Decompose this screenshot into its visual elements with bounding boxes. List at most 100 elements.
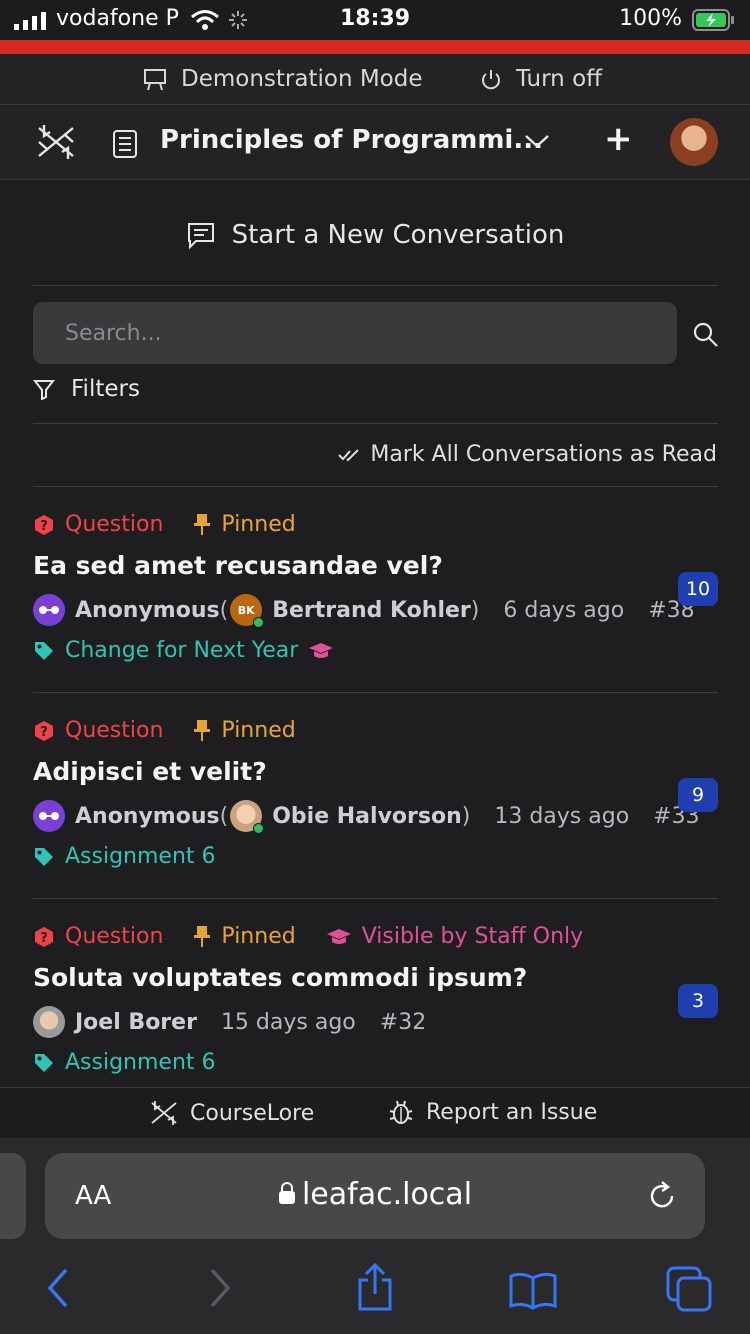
pinned-tag: Pinned bbox=[193, 718, 296, 743]
course-document-icon bbox=[113, 130, 137, 158]
author-initials: BK bbox=[237, 603, 255, 617]
staff-only-tag: Visible by Staff Only bbox=[326, 924, 583, 949]
turn-off-label: Turn off bbox=[516, 66, 602, 92]
divider bbox=[33, 692, 718, 693]
divider bbox=[33, 423, 718, 424]
address-bar[interactable]: AA leafac.local bbox=[45, 1153, 705, 1239]
pin-icon bbox=[194, 925, 211, 947]
tag-icon bbox=[35, 641, 53, 660]
tag-label: Change for Next Year bbox=[65, 638, 299, 663]
conversation-item[interactable]: ? Question Pinned Ea sed amet recusandae… bbox=[33, 512, 718, 672]
conversation-title: Ea sed amet recusandae vel? bbox=[33, 551, 443, 580]
divider bbox=[33, 285, 718, 286]
author-avatar bbox=[33, 1006, 65, 1038]
chevron-down-icon[interactable] bbox=[524, 133, 550, 149]
question-icon: ? bbox=[35, 926, 53, 947]
courselore-link[interactable]: CourseLore bbox=[150, 1099, 314, 1127]
anonymous-avatar bbox=[33, 800, 65, 832]
conversation-tag: Assignment 6 bbox=[33, 844, 718, 869]
anonymous-avatar bbox=[33, 594, 65, 626]
demo-mode-bar: Demonstration Mode Turn off bbox=[0, 54, 750, 105]
url-display[interactable]: leafac.local bbox=[45, 1177, 705, 1212]
double-check-icon bbox=[338, 448, 360, 461]
browser-toolbar: AA leafac.local bbox=[0, 1138, 750, 1334]
pinned-label: Pinned bbox=[221, 718, 296, 743]
unread-count-badge: 10 bbox=[678, 572, 718, 606]
search-field[interactable] bbox=[33, 302, 677, 364]
tabs-icon[interactable] bbox=[666, 1266, 714, 1312]
report-issue-link[interactable]: Report an Issue bbox=[388, 1099, 597, 1125]
battery-icon bbox=[692, 9, 734, 31]
conversation-type: Question bbox=[65, 718, 164, 743]
previous-tab-preview[interactable] bbox=[0, 1153, 26, 1239]
question-tag: ? Question bbox=[33, 512, 163, 537]
author-name: Anonymous bbox=[75, 803, 220, 829]
conversation-tag: Change for Next Year bbox=[33, 638, 718, 663]
conversation-item[interactable]: ? Question Pinned Adipisci et velit? Ano… bbox=[33, 718, 718, 878]
user-avatar[interactable] bbox=[670, 118, 718, 166]
search-input[interactable] bbox=[33, 302, 677, 364]
svg-text:?: ? bbox=[40, 519, 48, 534]
pin-icon bbox=[194, 719, 211, 741]
lock-icon bbox=[278, 1182, 295, 1204]
staff-graduation-cap-icon bbox=[309, 642, 334, 658]
pinned-label: Pinned bbox=[221, 924, 296, 949]
real-author-name: Bertrand Kohler bbox=[272, 597, 471, 623]
mark-all-read-label: Mark All Conversations as Read bbox=[370, 442, 717, 467]
conversation-item[interactable]: ? Question Pinned Visible by Staff Only … bbox=[33, 924, 718, 1087]
glasses-icon bbox=[39, 606, 59, 614]
unread-count-badge: 9 bbox=[678, 778, 718, 812]
filters-label: Filters bbox=[71, 376, 140, 402]
course-title[interactable]: Principles of Programmi... bbox=[160, 125, 543, 155]
search-icon[interactable] bbox=[692, 321, 720, 349]
courselore-logo-icon[interactable] bbox=[36, 122, 76, 162]
tag-label: Assignment 6 bbox=[65, 1050, 216, 1075]
question-tag: ? Question bbox=[33, 924, 163, 949]
conversation-number: #32 bbox=[379, 1009, 427, 1035]
reload-icon[interactable] bbox=[645, 1179, 679, 1213]
mark-all-read-button[interactable]: Mark All Conversations as Read bbox=[338, 442, 717, 467]
start-new-conversation-button[interactable]: Start a New Conversation bbox=[0, 220, 750, 250]
chat-bubble-icon bbox=[187, 223, 214, 249]
author-paren-open: ( bbox=[219, 803, 229, 829]
real-author-avatar bbox=[230, 800, 265, 834]
divider bbox=[33, 898, 718, 899]
filters-button[interactable]: Filters bbox=[33, 376, 140, 402]
conversations-sidebar: Start a New Conversation Filters Mark Al… bbox=[0, 180, 750, 1087]
tag-icon bbox=[35, 1053, 53, 1072]
online-indicator bbox=[253, 617, 265, 628]
easel-icon bbox=[144, 69, 166, 91]
share-icon[interactable] bbox=[354, 1262, 396, 1312]
back-arrow-icon[interactable] bbox=[44, 1266, 72, 1310]
question-tag: ? Question bbox=[33, 718, 163, 743]
online-indicator bbox=[253, 823, 265, 834]
courselore-label: CourseLore bbox=[190, 1100, 315, 1126]
conversation-type: Question bbox=[65, 512, 164, 537]
visibility-label: Visible by Staff Only bbox=[361, 924, 584, 949]
url-text: leafac.local bbox=[301, 1177, 473, 1212]
real-author-avatar: BK bbox=[230, 594, 265, 628]
status-bar: vodafone P 18:39 100% bbox=[0, 0, 750, 40]
svg-text:?: ? bbox=[40, 725, 48, 740]
add-button[interactable]: + bbox=[604, 119, 633, 159]
forward-arrow-icon[interactable] bbox=[206, 1266, 234, 1310]
report-issue-label: Report an Issue bbox=[426, 1099, 598, 1125]
tag-label: Assignment 6 bbox=[65, 844, 216, 869]
graduation-cap-icon bbox=[326, 928, 351, 944]
bug-icon bbox=[389, 1100, 413, 1124]
author-paren-open: ( bbox=[219, 597, 229, 623]
start-new-conversation-label: Start a New Conversation bbox=[231, 220, 565, 250]
conversation-tag: Assignment 6 bbox=[33, 1050, 718, 1075]
conversation-title: Soluta voluptates commodi ipsum? bbox=[33, 963, 528, 992]
conversation-title: Adipisci et velit? bbox=[33, 757, 267, 786]
bookmarks-icon[interactable] bbox=[508, 1270, 558, 1310]
unread-count-badge: 3 bbox=[678, 984, 718, 1018]
svg-text:?: ? bbox=[40, 931, 48, 946]
turn-off-button[interactable]: Turn off bbox=[480, 66, 602, 92]
author-name: Joel Borer bbox=[75, 1009, 197, 1035]
app-header: Principles of Programmi... + bbox=[0, 105, 750, 180]
conversation-time: 15 days ago bbox=[220, 1009, 356, 1035]
demonstration-mode-label: Demonstration Mode bbox=[143, 66, 423, 92]
tag-icon bbox=[35, 847, 53, 866]
alert-bar bbox=[0, 40, 750, 54]
